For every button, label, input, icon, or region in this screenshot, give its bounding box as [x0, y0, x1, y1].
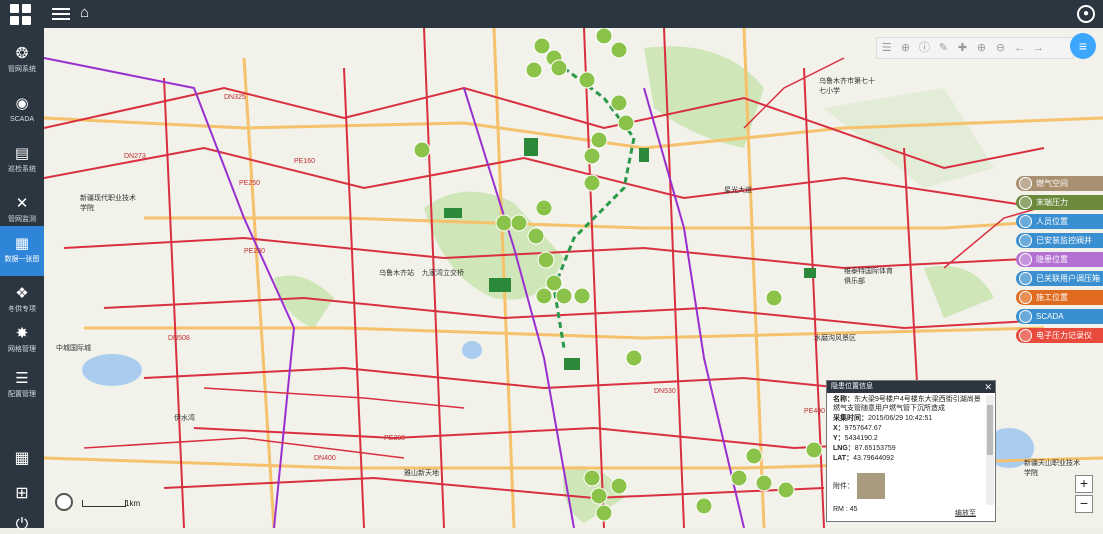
nav-item-config[interactable]: ☰ 配置管理 — [0, 361, 44, 411]
road-label: PE250 — [239, 180, 261, 187]
app-grid-logo-icon[interactable] — [10, 4, 32, 26]
sliders-icon: ☰ — [15, 370, 29, 387]
add-window-icon[interactable]: ⊞ — [0, 483, 44, 503]
zoom-out-button[interactable]: − — [1075, 495, 1093, 513]
popup-lat-row: LAT：43.79644092 — [833, 455, 894, 462]
layer-toggle-scada[interactable]: SCADA — [1016, 309, 1103, 324]
gauge-icon: ◉ — [15, 95, 29, 112]
road-label: DN400 — [314, 455, 336, 462]
place-label: 乌鲁木齐站 — [379, 270, 414, 277]
road-label: PE160 — [294, 158, 316, 165]
road-label: DN530 — [654, 388, 676, 395]
home-icon[interactable]: ⌂ — [80, 4, 89, 21]
place-label: 星光大道 — [724, 187, 752, 194]
layer-toggle-pressure-recorder[interactable]: 电子压力记录仪 — [1016, 328, 1103, 343]
more-link[interactable]: 编放至 — [955, 509, 976, 518]
road-label: PE200 — [244, 248, 266, 255]
popup-title: 隐患位置信息 — [827, 381, 995, 393]
nav-item-data-map[interactable]: ▦ 数据一张图 — [0, 226, 44, 276]
popup-lng-row: LNG：87.65153759 — [833, 445, 896, 452]
hamburger-menu-icon[interactable] — [52, 5, 70, 21]
road-label: DN325 — [224, 94, 246, 101]
sidebar: ❂ 管网系统 ◉ SCADA ▤ 巡检系统 ✕ 管网监测 ▦ 数据一张图 ❖ 冬供专项 ✸ 网… — [0, 28, 44, 533]
measure-icon[interactable]: ✎ — [934, 38, 953, 58]
place-label: 维泰特国际体育俱乐部 — [844, 268, 893, 285]
info-icon[interactable]: ⓘ — [915, 38, 934, 58]
globe-icon: ❂ — [15, 45, 29, 62]
nav-item-scada[interactable]: ◉ SCADA — [0, 86, 44, 136]
layer-toggle-construction[interactable]: 施工位置 — [1016, 290, 1103, 305]
snowflake-icon: ❖ — [15, 285, 29, 302]
layer-toggle-icon — [1019, 215, 1032, 228]
clipboard-icon: ▤ — [14, 145, 30, 162]
apps-grid-icon[interactable]: ▦ — [0, 448, 44, 468]
close-icon[interactable]: ✕ — [984, 381, 992, 393]
layer-toggle-icon — [1019, 253, 1032, 266]
zoom-full-icon[interactable]: ⊕ — [896, 38, 915, 58]
scale-label: 1km — [125, 499, 141, 508]
layer-toggle-icon — [1019, 291, 1032, 304]
layer-toggle-regulators[interactable]: 已关联用户调压箱 — [1016, 271, 1103, 286]
popup-time-row: 采集时间：2015/06/29 10:42:51 — [833, 415, 933, 422]
layer-toggle-icon — [1019, 177, 1032, 190]
add-icon[interactable]: ✚ — [953, 38, 972, 58]
zoom-in-icon[interactable]: ⊕ — [972, 38, 991, 58]
attachment-label: 附件： — [833, 483, 854, 490]
layer-toggle-hazards[interactable]: 隐患位置 — [1016, 252, 1103, 267]
zoom-out-icon[interactable]: ⊖ — [991, 38, 1010, 58]
map-toolbar: ☰ ⊕ ⓘ ✎ ✚ ⊕ ⊖ ← → — [876, 37, 1074, 59]
place-label: 中城国际城 — [56, 345, 91, 352]
popup-y-row: Y：5434190.2 — [833, 435, 878, 442]
place-label: 乌鲁木齐市第七十七小学 — [819, 78, 875, 95]
layer-toggle-personnel[interactable]: 人员位置 — [1016, 214, 1103, 229]
place-label: 水磨沟风景区 — [814, 335, 856, 342]
scale-bar — [82, 500, 126, 507]
layer-toggle-icon — [1019, 329, 1032, 342]
hazard-info-popup: 隐患位置信息 ✕ 名称：东大梁9号楼户4号楼东大梁西街引湖尚景燃气支管随意用户燃… — [826, 380, 996, 522]
layer-toggle-end-pressure[interactable]: 末端压力 — [1016, 195, 1103, 210]
place-label: 新疆现代职业技术学院 — [80, 195, 136, 212]
cog-icon: ✸ — [15, 325, 29, 342]
logout-icon[interactable]: ⏻ — [0, 516, 44, 534]
road-label: PE400 — [804, 408, 826, 415]
popup-scrollbar[interactable] — [986, 395, 994, 505]
road-label: DN273 — [124, 153, 146, 160]
road-label: PE300 — [384, 435, 406, 442]
place-label: 九家湾立交桥 — [422, 270, 464, 277]
road-label: DN508 — [168, 335, 190, 342]
back-icon[interactable]: ← — [1010, 38, 1029, 58]
zoom-in-button[interactable]: + — [1075, 475, 1093, 493]
layer-toggle-gas-space[interactable]: 燃气空间 — [1016, 176, 1103, 191]
place-label: 雅山新天地 — [404, 470, 439, 477]
forward-icon[interactable]: → — [1029, 38, 1048, 58]
list-icon[interactable]: ≡ — [1070, 33, 1096, 59]
layer-toggle-icon — [1019, 234, 1032, 247]
layer-icon[interactable]: ☰ — [877, 38, 896, 58]
layer-toggle-icon — [1019, 310, 1032, 323]
zoom-control: + − — [1075, 475, 1093, 515]
nav-item-pipe-system[interactable]: ❂ 管网系统 — [0, 36, 44, 86]
attachment-thumbnail[interactable] — [857, 473, 885, 499]
tools-icon: ✕ — [15, 195, 29, 212]
layer-toggle-icon — [1019, 196, 1032, 209]
nav-item-inspection[interactable]: ▤ 巡检系统 — [0, 136, 44, 186]
layer-toggle-icon — [1019, 272, 1032, 285]
place-label: 伊水湾 — [174, 415, 195, 422]
top-bar: ⌂ ● — [0, 0, 1103, 28]
map-icon: ▦ — [14, 235, 30, 252]
locate-icon[interactable] — [55, 493, 73, 511]
user-icon[interactable]: ● — [1077, 5, 1095, 23]
popup-x-row: X：9757647.67 — [833, 425, 882, 432]
popup-name-row: 名称：东大梁9号楼户4号楼东大梁西街引湖尚景燃气支管随意用户燃气管下沉所造成 — [833, 396, 981, 412]
nav-item-grid-management[interactable]: ✸ 网格管理 — [0, 316, 44, 366]
popup-rm: RM : 45 — [833, 506, 858, 513]
layer-toggle-valve-wells[interactable]: 已安装监控阀井 — [1016, 233, 1103, 248]
